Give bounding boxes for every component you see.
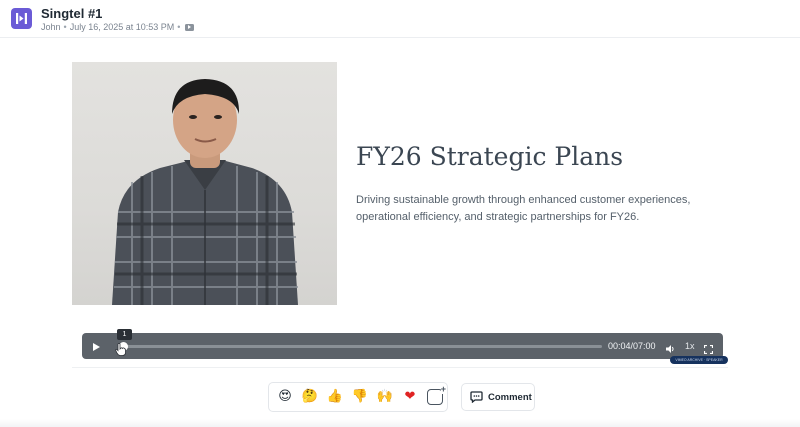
- presenter-photo: [72, 62, 337, 305]
- post-title: Singtel #1: [41, 6, 103, 21]
- app-logo-icon[interactable]: [11, 8, 32, 29]
- fullscreen-icon: [703, 344, 714, 355]
- slide-title: FY26 Strategic Plans: [356, 142, 624, 171]
- time-display: 00:04/07:00: [608, 341, 656, 351]
- fullscreen-button[interactable]: [703, 341, 714, 355]
- play-icon: [93, 343, 100, 351]
- slide-description: Driving sustainable growth through enhan…: [356, 194, 691, 223]
- heart-eyes-emoji-icon[interactable]: 😍: [275, 387, 295, 407]
- meta-separator: •: [177, 22, 181, 32]
- reaction-bar: 😍 🤔 👍 👎 🙌 ❤: [268, 382, 448, 412]
- video-icon: [185, 23, 195, 31]
- thumbs-up-emoji-icon[interactable]: 👍: [325, 387, 345, 407]
- comment-button[interactable]: Comment: [461, 383, 535, 411]
- bottom-edge: [0, 419, 800, 427]
- comment-button-label: Comment: [488, 391, 532, 403]
- playback-speed-button[interactable]: 1x: [685, 341, 695, 351]
- post-timestamp: July 16, 2025 at 10:53 PM: [69, 22, 175, 32]
- post-header: Singtel #1 John • July 16, 2025 at 10:53…: [0, 0, 800, 38]
- play-button[interactable]: [90, 340, 102, 352]
- thumbs-down-emoji-icon[interactable]: 👎: [350, 387, 370, 407]
- volume-icon: [666, 345, 674, 353]
- red-heart-emoji-icon[interactable]: ❤: [400, 387, 420, 407]
- post-meta: John • July 16, 2025 at 10:53 PM •: [41, 22, 195, 32]
- author-name[interactable]: John: [41, 22, 61, 32]
- comment-icon: [470, 391, 483, 403]
- scrub-time-tooltip: 1: [117, 329, 132, 340]
- divider: [72, 367, 728, 368]
- thinking-emoji-icon[interactable]: 🤔: [300, 387, 320, 407]
- add-reaction-icon[interactable]: [427, 384, 447, 405]
- video-slide[interactable]: FY26 Strategic Plans Driving sustainable…: [72, 62, 728, 305]
- volume-button[interactable]: [665, 341, 675, 353]
- progress-bar[interactable]: [118, 342, 602, 351]
- player-watermark: VIMEO ARCHIVE · SPEAKER: [670, 356, 728, 364]
- meta-separator: •: [63, 22, 67, 32]
- hand-cursor-icon: [115, 343, 126, 356]
- video-player-controls: 00:04/07:00 1x: [82, 333, 723, 359]
- raised-hands-emoji-icon[interactable]: 🙌: [375, 387, 395, 407]
